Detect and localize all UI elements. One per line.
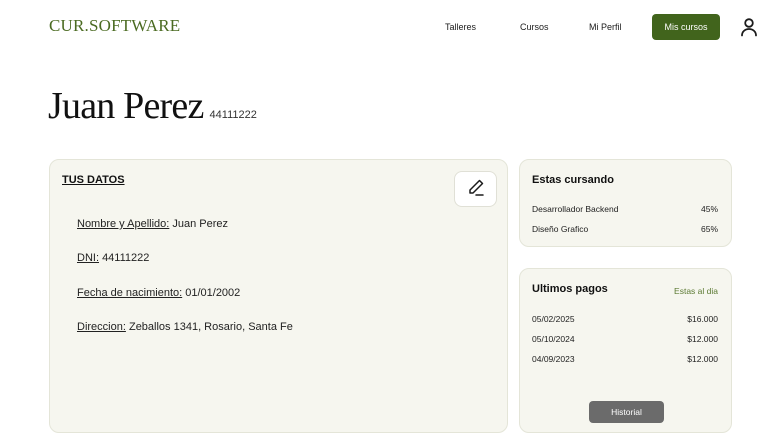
user-name-heading: Juan Perez: [48, 85, 204, 127]
course-name: Diseño Grafico: [532, 224, 589, 234]
payment-date: 05/10/2024: [532, 334, 575, 344]
field-label: Nombre y Apellido:: [77, 218, 170, 230]
course-progress: 65%: [700, 224, 718, 234]
field-birthdate: Fecha de nacimiento: 01/01/2002: [77, 287, 240, 299]
payment-date: 05/02/2025: [532, 314, 575, 324]
pencil-icon: [467, 178, 485, 201]
edit-button[interactable]: [454, 171, 497, 207]
nav-cursos-link[interactable]: Cursos: [520, 22, 549, 32]
payment-amount: $16.000: [687, 314, 718, 324]
field-value: 44111222: [102, 252, 150, 264]
field-value: Zeballos 1341, Rosario, Santa Fe: [128, 321, 293, 333]
course-name: Desarrollador Backend: [532, 204, 619, 214]
user-icon[interactable]: [739, 17, 759, 37]
payment-date: 04/09/2023: [532, 354, 575, 364]
payments-title: Ultimos pagos: [532, 283, 608, 295]
nav-talleres-link[interactable]: Talleres: [445, 22, 476, 32]
course-row[interactable]: Desarrollador Backend 45%: [532, 204, 718, 214]
current-courses-title: Estas cursando: [532, 174, 614, 186]
field-label: Fecha de nacimiento:: [77, 287, 183, 299]
payment-amount: $12.000: [687, 354, 718, 364]
field-name: Nombre y Apellido: Juan Perez: [77, 218, 228, 230]
user-dni: 44111222: [209, 109, 257, 121]
payments-card: Ultimos pagos Estas al dia 05/02/2025 $1…: [519, 268, 732, 433]
payment-amount: $12.000: [687, 334, 718, 344]
field-label: Direccion:: [77, 321, 126, 333]
field-value: 01/01/2002: [185, 287, 241, 299]
payment-row: 04/09/2023 $12.000: [532, 354, 718, 364]
field-label: DNI:: [77, 252, 99, 264]
personal-data-card: TUS DATOS Nombre y Apellido: Juan Perez …: [49, 159, 508, 433]
brand-logo[interactable]: CUR.SOFTWARE: [49, 16, 180, 36]
historial-button[interactable]: Historial: [589, 401, 664, 423]
course-progress: 45%: [700, 204, 718, 214]
payment-status: Estas al dia: [674, 286, 718, 296]
field-dni: DNI: 44111222: [77, 252, 149, 264]
current-courses-card: Estas cursando Desarrollador Backend 45%…: [519, 159, 732, 247]
mis-cursos-button[interactable]: Mis cursos: [652, 14, 720, 40]
course-row[interactable]: Diseño Grafico 65%: [532, 224, 718, 234]
field-address: Direccion: Zeballos 1341, Rosario, Santa…: [77, 321, 293, 333]
nav-mi-perfil-link[interactable]: Mi Perfil: [589, 22, 622, 32]
field-value: Juan Perez: [172, 218, 229, 230]
page-title: Juan Perez 44111222: [48, 84, 257, 128]
payment-row: 05/10/2024 $12.000: [532, 334, 718, 344]
payment-row: 05/02/2025 $16.000: [532, 314, 718, 324]
personal-data-title: TUS DATOS: [62, 174, 125, 186]
